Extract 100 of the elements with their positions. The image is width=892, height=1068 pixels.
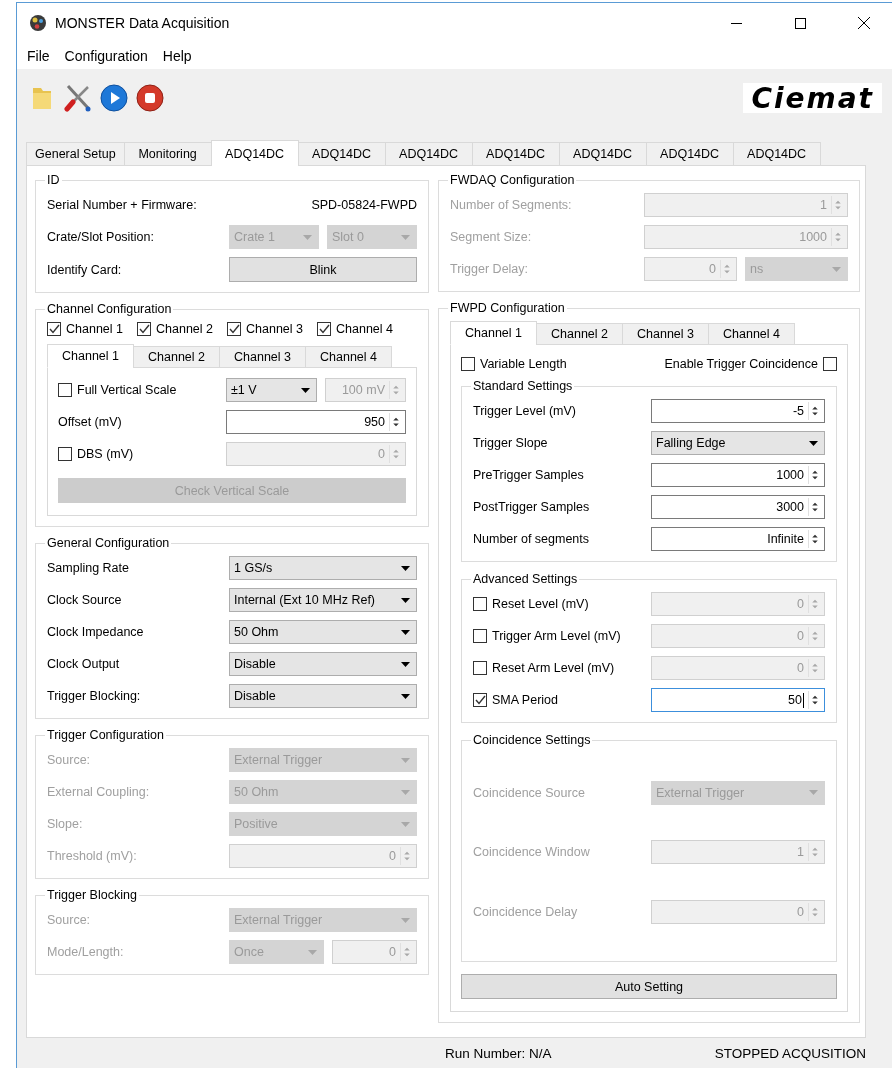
field-label: PostTrigger Samples bbox=[473, 500, 591, 514]
spin-arrows-icon bbox=[389, 381, 402, 399]
menu-item[interactable]: Configuration bbox=[58, 48, 157, 64]
checkbox[interactable] bbox=[461, 357, 475, 371]
tab[interactable]: Channel 4 bbox=[305, 346, 392, 368]
spin-arrows-icon bbox=[831, 196, 844, 214]
spin-arrows-icon bbox=[808, 498, 821, 516]
spin-arrows-icon bbox=[808, 402, 821, 420]
tab[interactable]: Channel 2 bbox=[536, 323, 623, 345]
spin-arrows-icon bbox=[808, 466, 821, 484]
menu-item[interactable]: File bbox=[21, 48, 59, 64]
field-label: Coincidence Source bbox=[473, 785, 586, 800]
menu-item[interactable]: Help bbox=[156, 48, 201, 64]
group-title: Advanced Settings bbox=[472, 572, 579, 586]
field-label: PreTrigger Samples bbox=[473, 468, 585, 482]
tab[interactable]: General Setup bbox=[26, 142, 125, 165]
checkbox[interactable] bbox=[227, 322, 241, 336]
checkbox[interactable] bbox=[473, 661, 487, 675]
group-title: FWPD Configuration bbox=[449, 301, 566, 315]
field-label: Source: bbox=[47, 753, 92, 767]
check-icon bbox=[474, 695, 486, 705]
tab[interactable]: ADQ14DC bbox=[732, 142, 821, 165]
caret-icon bbox=[401, 821, 410, 827]
tab[interactable]: Channel 1 bbox=[450, 321, 537, 345]
checkbox[interactable] bbox=[137, 322, 151, 336]
dropdown[interactable]: Disable bbox=[229, 652, 417, 676]
tab[interactable]: Channel 3 bbox=[622, 323, 709, 345]
play-button[interactable] bbox=[98, 82, 130, 114]
tab[interactable]: Channel 4 bbox=[708, 323, 795, 345]
spin-arrows-icon bbox=[400, 847, 413, 865]
run-number: Run Number: N/A bbox=[445, 1045, 552, 1061]
checkbox-label: Variable Length bbox=[480, 357, 567, 371]
action-button[interactable]: Auto Setting bbox=[461, 974, 837, 999]
caret-icon bbox=[308, 949, 317, 955]
field-label: Full Vertical Scale bbox=[77, 383, 177, 397]
checkbox-label: Channel 3 bbox=[246, 322, 303, 336]
spin-box[interactable]: Infinite bbox=[651, 527, 825, 551]
logo: Ciemat bbox=[743, 83, 882, 113]
dropdown[interactable]: ±1 V bbox=[226, 378, 317, 402]
field-label: Trigger Level (mV) bbox=[473, 404, 578, 418]
check-icon bbox=[138, 324, 150, 334]
field-label: Number of segments bbox=[473, 532, 591, 546]
spin-arrows-icon bbox=[808, 843, 821, 861]
checkbox[interactable] bbox=[473, 629, 487, 643]
check-icon bbox=[48, 324, 60, 334]
dropdown[interactable]: Disable bbox=[229, 684, 417, 708]
dropdown[interactable]: Internal (Ext 10 MHz Ref) bbox=[229, 588, 417, 612]
check-icon bbox=[318, 324, 330, 334]
field-label: Slope: bbox=[47, 817, 84, 831]
spin-arrows-icon bbox=[808, 691, 821, 709]
tab[interactable]: Channel 2 bbox=[133, 346, 220, 368]
spin-arrows-icon bbox=[400, 943, 413, 961]
window-title: MONSTER Data Acquisition bbox=[55, 15, 231, 31]
caret-icon bbox=[303, 234, 312, 240]
field-label: Coincidence Window bbox=[473, 845, 591, 859]
play-icon bbox=[100, 84, 128, 112]
spin-arrows-icon bbox=[808, 902, 821, 921]
checkbox[interactable] bbox=[58, 447, 72, 461]
spin-box[interactable]: -5 bbox=[651, 399, 825, 423]
field-label: Source: bbox=[47, 913, 92, 927]
checkbox[interactable] bbox=[58, 383, 72, 397]
dropdown[interactable]: 1 GS/s bbox=[229, 556, 417, 580]
checkbox[interactable] bbox=[473, 597, 487, 611]
caret-icon bbox=[832, 266, 841, 272]
spin-box[interactable]: 950 bbox=[226, 410, 406, 434]
dropdown[interactable]: 50 Ohm bbox=[229, 620, 417, 644]
tab[interactable]: ADQ14DC bbox=[210, 140, 299, 166]
field-label: Trigger Slope bbox=[473, 436, 549, 450]
caret-icon bbox=[401, 917, 410, 923]
group-title: Channel Configuration bbox=[46, 302, 173, 316]
checkbox[interactable] bbox=[47, 322, 61, 336]
caret-icon bbox=[809, 440, 818, 446]
tab[interactable]: Channel 1 bbox=[47, 344, 134, 368]
maximize-icon bbox=[794, 17, 806, 29]
group-title: ID bbox=[46, 173, 61, 187]
group-title: Standard Settings bbox=[472, 379, 574, 393]
field-label: Clock Output bbox=[47, 657, 121, 671]
spin-box[interactable]: 3000 bbox=[651, 495, 825, 519]
caret-icon bbox=[401, 234, 410, 240]
tab[interactable]: Channel 3 bbox=[219, 346, 306, 368]
close-icon bbox=[858, 17, 870, 29]
stop-button[interactable] bbox=[134, 82, 166, 114]
tools-icon bbox=[64, 84, 92, 112]
spin-arrows-icon bbox=[720, 260, 733, 278]
checkbox-label: Channel 1 bbox=[66, 322, 123, 336]
field-label: Offset (mV) bbox=[58, 415, 123, 429]
checkbox[interactable] bbox=[823, 357, 837, 371]
caret-icon bbox=[401, 629, 410, 635]
spin-box[interactable]: 1000 bbox=[651, 463, 825, 487]
checkbox[interactable] bbox=[317, 322, 331, 336]
group-title: Coincidence Settings bbox=[472, 733, 592, 747]
checkbox[interactable] bbox=[473, 693, 487, 707]
field-label: Clock Impedance bbox=[47, 625, 145, 639]
spin-box[interactable]: 50 bbox=[651, 688, 825, 712]
dropdown[interactable]: Falling Edge bbox=[651, 431, 825, 455]
blink-button[interactable]: Blink bbox=[229, 257, 417, 282]
caret-icon bbox=[401, 693, 410, 699]
field-label: Mode/Length: bbox=[47, 945, 125, 959]
field-label: Serial Number + Firmware: bbox=[47, 198, 198, 212]
field-label: Trigger Arm Level (mV) bbox=[492, 629, 621, 643]
